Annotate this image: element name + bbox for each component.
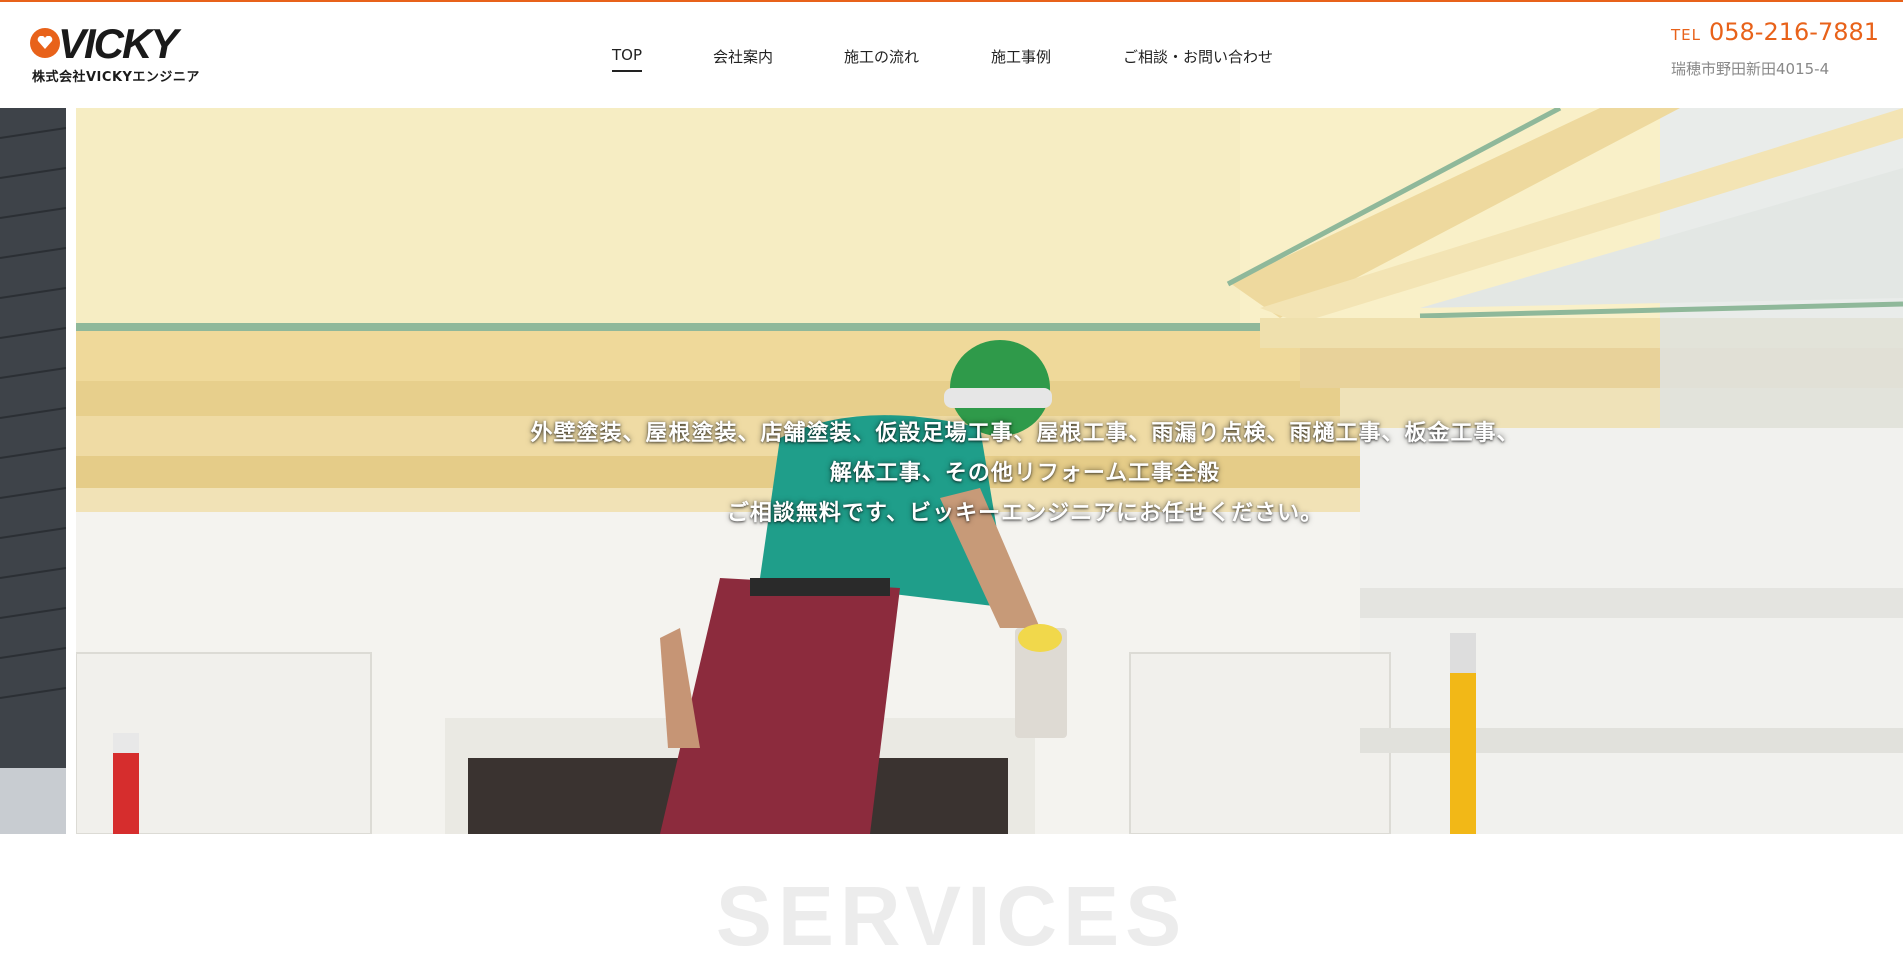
hero-line-3: ご相談無料です、ビッキーエンジニアにお任せください。 — [726, 501, 1324, 526]
nav-item-top[interactable]: TOP — [612, 46, 643, 72]
tel-number[interactable]: 058-216-7881 — [1709, 18, 1879, 46]
hero-tagline: 外壁塗装、屋根塗装、店舗塗装、仮設足場工事、屋根工事、雨漏り点検、雨樋工事、板金… — [0, 414, 1903, 534]
logo-wordmark: VICKY — [58, 20, 178, 67]
hero-line-1: 外壁塗装、屋根塗装、店舗塗装、仮設足場工事、屋根工事、雨漏り点検、雨樋工事、板金… — [530, 421, 1520, 446]
company-name: 株式会社VICKYエンジニア — [32, 70, 200, 85]
nav-item-company[interactable]: 会社案内 — [713, 46, 773, 73]
site-header: VICKY 株式会社VICKYエンジニア TOP 会社案内 施工の流れ 施工事例… — [0, 2, 1903, 108]
company-logo[interactable]: VICKY 株式会社VICKYエンジニア — [28, 20, 228, 85]
address: 瑞穂市野田新田4015-4 — [1671, 60, 1830, 78]
hero-banner: 外壁塗装、屋根塗装、店舗塗装、仮設足場工事、屋根工事、雨漏り点検、雨樋工事、板金… — [0, 108, 1903, 834]
nav-item-process[interactable]: 施工の流れ — [844, 46, 919, 73]
hero-line-2: 解体工事、その他リフォーム工事全般 — [829, 461, 1221, 486]
nav-item-works[interactable]: 施工事例 — [991, 46, 1051, 73]
heart-logo-icon — [30, 28, 60, 58]
tel-label: TEL — [1671, 26, 1701, 44]
nav-item-contact[interactable]: ご相談・お問い合わせ — [1123, 46, 1273, 73]
tel-row[interactable]: TEL 058-216-7881 — [1671, 18, 1879, 46]
